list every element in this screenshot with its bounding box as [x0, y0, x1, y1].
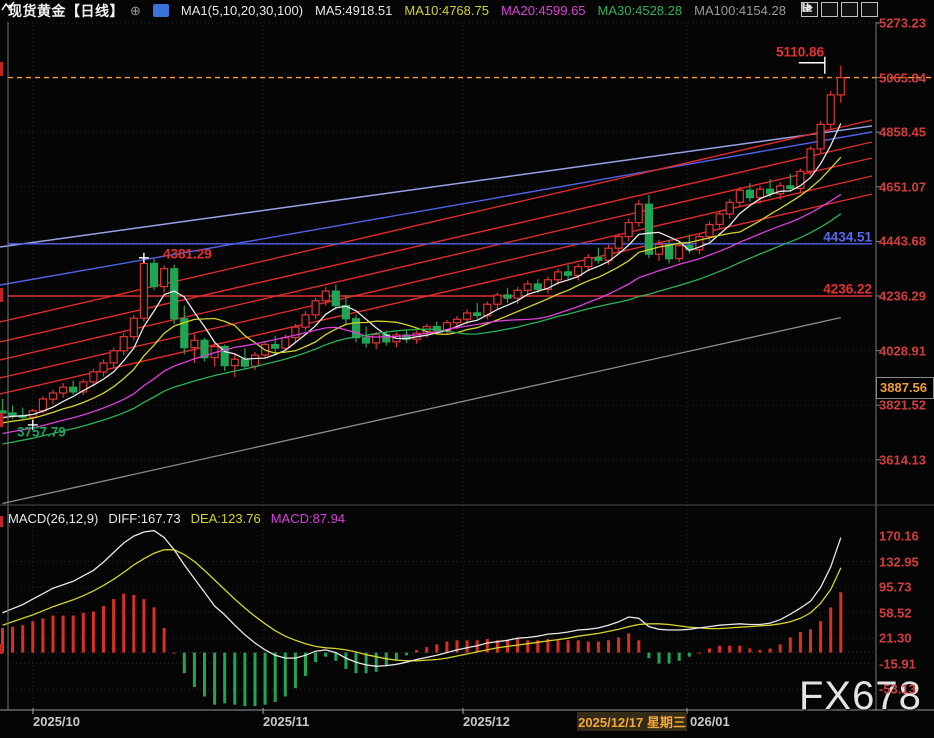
price-axis-label: 3614.13 — [879, 452, 926, 467]
macd-axis-label: 132.95 — [879, 554, 919, 569]
month-label-nov: 2025/11 — [263, 714, 309, 729]
macd-axis-label: 95.73 — [879, 580, 912, 595]
macd-axis-label: 170.16 — [879, 529, 919, 544]
instrument-title: 现货黄金【日线】 — [8, 1, 124, 21]
line-chart-icon[interactable] — [153, 4, 169, 17]
ma5-value: MA5:4918.51 — [315, 3, 392, 18]
price-axis-label: 4858.45 — [879, 125, 926, 140]
blue-level-tag: 4434.51 — [792, 230, 872, 245]
macd-axis-label: 58.52 — [879, 605, 912, 620]
macd-header: MACD(26,12,9) DIFF:167.73 DEA:123.76 MAC… — [8, 511, 345, 526]
chart-toolbar — [801, 2, 878, 17]
clipped-label-fragment — [0, 288, 3, 302]
price-axis-label: 4443.68 — [879, 234, 926, 249]
macd-axis-label: 21.30 — [879, 631, 912, 646]
price-axis-label: 4651.07 — [879, 179, 926, 194]
ma10-value: MA10:4768.75 — [404, 3, 489, 18]
axis-scale-up-icon[interactable] — [821, 2, 838, 17]
price-axis-label: 4028.91 — [879, 343, 926, 358]
macd-diff-value: DIFF:167.73 — [108, 511, 180, 526]
macd-name: MACD(26,12,9) — [8, 511, 98, 526]
axis-scale-right-icon[interactable] — [841, 2, 858, 17]
high-price-tag: 5110.86 — [752, 45, 824, 60]
clipped-label-fragment — [0, 516, 3, 527]
macd-axis-label: -15.91 — [879, 656, 916, 671]
macd-value: MACD:87.94 — [271, 511, 345, 526]
price-axis-label: 3821.52 — [879, 398, 926, 413]
price-highlight-badge: 3887.56 — [876, 377, 934, 399]
chart-canvas[interactable] — [0, 0, 934, 738]
time-axis: 2025/10 2025/11 2025/12 2025/12/17 星期三 0… — [0, 711, 934, 738]
pan-to-latest-icon[interactable] — [861, 2, 878, 17]
chart-window: 现货黄金【日线】 ⊕ MA1(5,10,20,30,100) MA5:4918.… — [0, 0, 934, 738]
month-label-dec: 2025/12 — [463, 714, 510, 729]
red-level-tag: 4236.22 — [792, 282, 872, 297]
month-label-jan: 026/01 — [690, 714, 730, 729]
price-axis-label: 4236.29 — [879, 289, 926, 304]
macd-dea-value: DEA:123.76 — [191, 511, 261, 526]
low-price-tag: 3757.79 — [17, 425, 66, 440]
month-label-oct: 2025/10 — [33, 714, 80, 729]
circle-plus-icon[interactable]: ⊕ — [130, 3, 141, 19]
ma100-value: MA100:4154.28 — [694, 3, 786, 18]
peak-price-tag: 4381.29 — [163, 247, 212, 262]
selected-date-badge: 2025/12/17 星期三 — [577, 712, 687, 731]
ma-settings-label: MA1(5,10,20,30,100) — [181, 3, 303, 18]
clipped-label-fragment — [0, 62, 3, 76]
ma30-value: MA30:4528.28 — [598, 3, 683, 18]
macd-axis-label: -53.13 — [879, 682, 916, 697]
price-axis-label: 5065.84 — [879, 70, 926, 85]
indicator-header: 现货黄金【日线】 ⊕ MA1(5,10,20,30,100) MA5:4918.… — [0, 0, 934, 21]
ma20-value: MA20:4599.65 — [501, 3, 586, 18]
clipped-label-fragment — [0, 644, 3, 654]
clipped-label-fragment — [0, 413, 3, 427]
